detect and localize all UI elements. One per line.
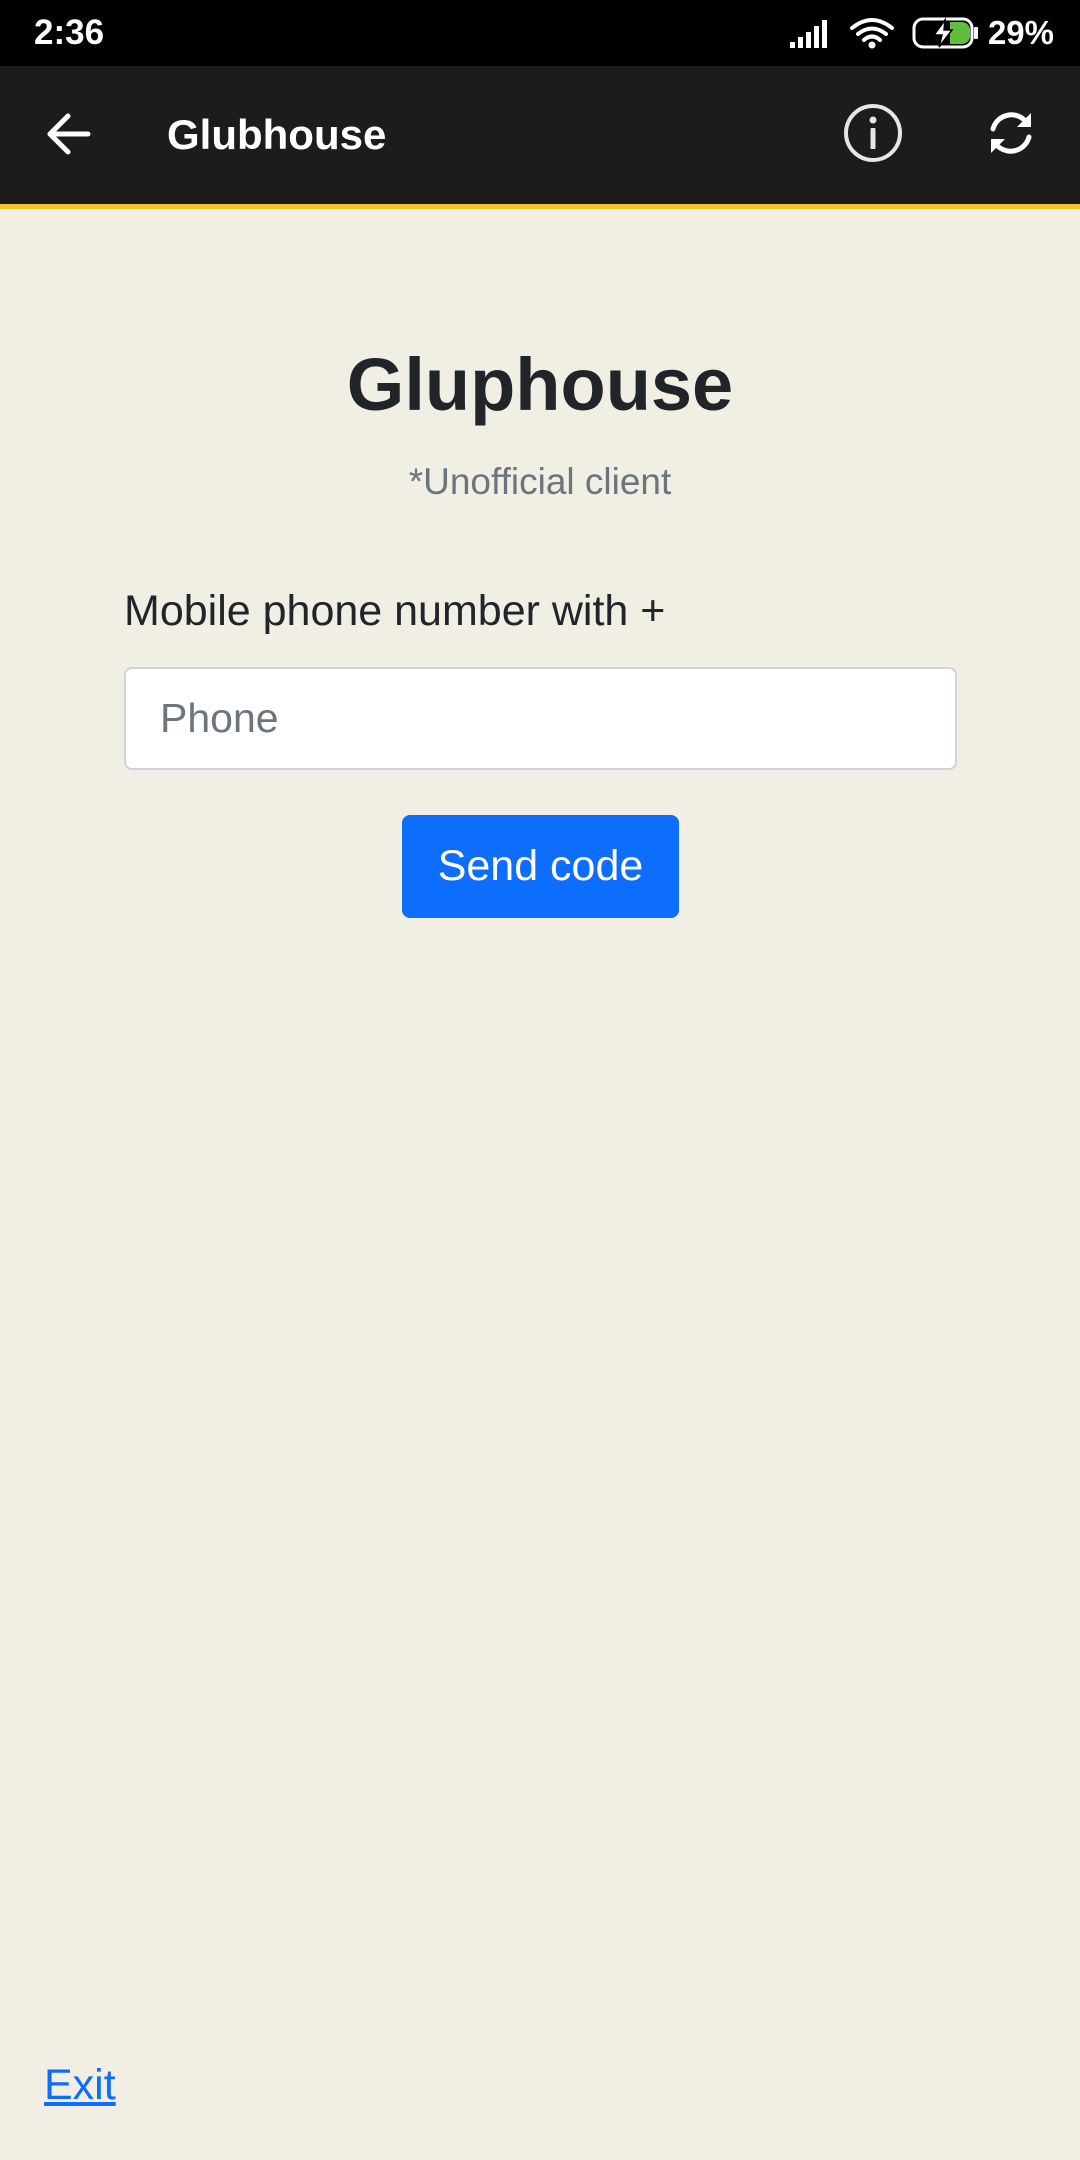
status-icons: 29% <box>789 0 1054 66</box>
app-title: Glubhouse <box>167 111 387 158</box>
info-button[interactable] <box>840 102 906 168</box>
app-bar: Glubhouse <box>0 66 1080 204</box>
signal-icon <box>789 18 832 48</box>
phone-input[interactable] <box>124 667 957 770</box>
status-bar: 2:36 29% <box>0 0 1080 66</box>
status-time: 2:36 <box>34 13 105 52</box>
refresh-icon <box>981 103 1041 168</box>
app-bar-accent-line <box>0 204 1080 209</box>
battery-percent: 29% <box>987 14 1054 51</box>
page-title: Gluphouse <box>346 343 734 426</box>
send-code-button[interactable]: Send code <box>402 815 679 918</box>
refresh-button[interactable] <box>978 102 1044 168</box>
exit-link[interactable]: Exit <box>44 2058 116 2112</box>
wifi-icon <box>849 17 894 49</box>
subtitle: *Unofficial client <box>408 461 672 502</box>
battery-charging-icon <box>912 16 980 50</box>
arrow-left-icon <box>44 112 92 161</box>
phone-label: Mobile phone number with + <box>124 587 666 635</box>
back-button[interactable] <box>36 104 100 168</box>
info-icon <box>843 103 903 168</box>
